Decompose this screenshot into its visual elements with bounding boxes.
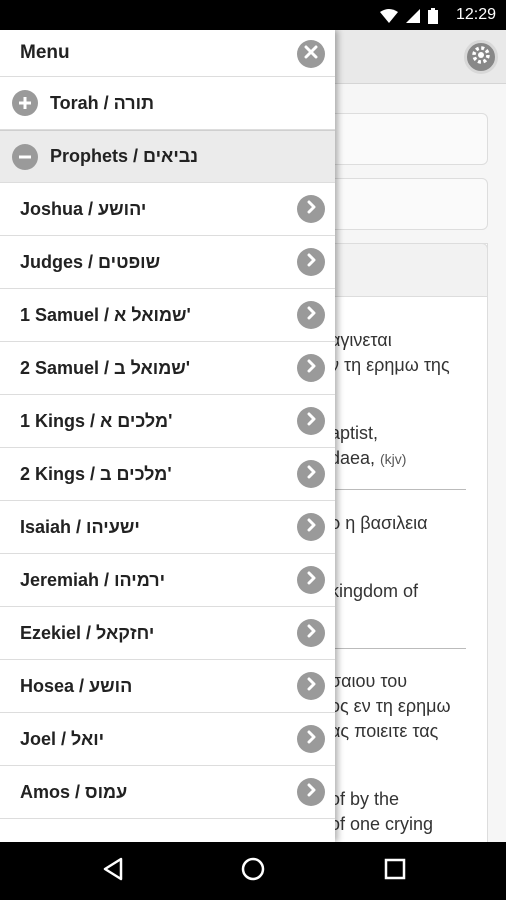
chevron-right-icon — [304, 359, 318, 378]
status-icons — [380, 8, 438, 29]
recents-icon — [384, 858, 406, 885]
chevron-right-icon — [304, 677, 318, 696]
book-label: 2 Samuel / שמואל ב' — [20, 357, 191, 378]
book-label: 1 Samuel / שמואל א' — [20, 304, 191, 325]
open-book-button[interactable] — [297, 407, 325, 435]
book-item[interactable]: 1 Samuel / שמואל א' — [0, 289, 335, 342]
group-torah[interactable]: Torah / תורה — [0, 77, 335, 130]
chevron-right-icon — [304, 730, 318, 749]
close-icon — [304, 45, 318, 64]
verse-divider — [330, 648, 466, 649]
book-label: Joel / יואל — [20, 728, 105, 749]
recents-button[interactable] — [380, 856, 410, 886]
chevron-right-icon — [304, 518, 318, 537]
group-label: Prophets / נביאים — [50, 146, 199, 166]
back-icon — [102, 857, 124, 886]
book-label: Hosea / הושע — [20, 675, 133, 696]
book-item[interactable]: 2 Samuel / שמואל ב' — [0, 342, 335, 395]
back-button[interactable] — [98, 856, 128, 886]
chevron-right-icon — [304, 465, 318, 484]
verse-divider — [330, 489, 466, 490]
chevron-right-icon — [304, 783, 318, 802]
settings-button[interactable] — [464, 40, 498, 74]
open-book-button[interactable] — [297, 672, 325, 700]
book-label: Isaiah / ישעיהו — [20, 516, 140, 537]
book-item[interactable]: Amos / עמוס — [0, 766, 335, 819]
book-label: Joshua / יהושע — [20, 198, 147, 219]
book-label: Jeremiah / ירמיהו — [20, 569, 166, 590]
open-book-button[interactable] — [297, 513, 325, 541]
open-book-button[interactable] — [297, 301, 325, 329]
verse-text: ρ η βασιλεια — [330, 513, 428, 533]
verse-text: ας ποιειτε τας — [330, 721, 439, 741]
status-bar: 12:29 — [0, 0, 506, 30]
book-item-partial[interactable] — [0, 819, 335, 842]
chevron-right-icon — [304, 200, 318, 219]
open-book-button[interactable] — [297, 248, 325, 276]
group-label: Torah / תורה — [50, 92, 155, 113]
gear-icon — [470, 44, 492, 71]
verse-text: daea, — [330, 448, 376, 468]
open-book-button[interactable] — [297, 778, 325, 806]
book-item[interactable]: Jeremiah / ירמיהו — [0, 554, 335, 607]
group-prophets[interactable]: Prophets / נביאים — [0, 130, 335, 183]
plus-icon — [12, 90, 38, 116]
book-item[interactable]: Joel / יואל — [0, 713, 335, 766]
signal-icon — [406, 9, 420, 28]
translation-tag[interactable]: (kjv) — [380, 451, 406, 467]
verse-text: ν τη ερημω της — [330, 355, 450, 375]
book-item[interactable]: Judges / שופטים — [0, 236, 335, 289]
book-label: 2 Kings / מלכים ב' — [20, 463, 172, 484]
menu-header: Menu — [0, 30, 335, 77]
battery-icon — [428, 8, 438, 29]
open-book-button[interactable] — [297, 619, 325, 647]
open-book-button[interactable] — [297, 725, 325, 753]
chevron-right-icon — [304, 253, 318, 272]
close-menu-button[interactable] — [297, 40, 325, 68]
clock: 12:29 — [455, 6, 496, 23]
book-label: Ezekiel / יחזקאל — [20, 622, 155, 643]
book-item[interactable]: 1 Kings / מלכים א' — [0, 395, 335, 448]
open-book-button[interactable] — [297, 354, 325, 382]
verse-text: aptist, — [330, 423, 379, 443]
book-item[interactable]: 2 Kings / מלכים ב' — [0, 448, 335, 501]
open-book-button[interactable] — [297, 460, 325, 488]
book-item[interactable]: Hosea / הושע — [0, 660, 335, 713]
home-icon — [241, 857, 265, 886]
book-label: Judges / שופטים — [20, 251, 161, 272]
minus-icon — [12, 143, 38, 170]
book-label: Amos / עמוס — [20, 781, 128, 802]
verse-text: σαιου του — [330, 671, 408, 691]
home-button[interactable] — [238, 856, 268, 886]
verse-text: of by the — [330, 789, 400, 809]
chevron-right-icon — [304, 306, 318, 325]
system-nav-bar — [0, 842, 506, 900]
verse-text: of one crying — [330, 814, 434, 834]
book-item[interactable]: Isaiah / ישעיהו — [0, 501, 335, 554]
chevron-right-icon — [304, 412, 318, 431]
chevron-right-icon — [304, 624, 318, 643]
book-item[interactable]: Ezekiel / יחזקאל — [0, 607, 335, 660]
verse-text: kingdom of — [330, 581, 419, 601]
open-book-button[interactable] — [297, 566, 325, 594]
open-book-button[interactable] — [297, 195, 325, 223]
chevron-right-icon — [304, 571, 318, 590]
wifi-icon — [380, 9, 398, 28]
verse-text: αγινεται — [330, 330, 392, 350]
book-label: 1 Kings / מלכים א' — [20, 410, 173, 431]
navigation-drawer: Menu Torah / תורה Prophets / נביאים Josh… — [0, 30, 335, 842]
menu-title: Menu — [20, 42, 70, 63]
verse-text: ος εν τη ερημω — [330, 696, 451, 716]
book-item[interactable]: Joshua / יהושע — [0, 183, 335, 236]
